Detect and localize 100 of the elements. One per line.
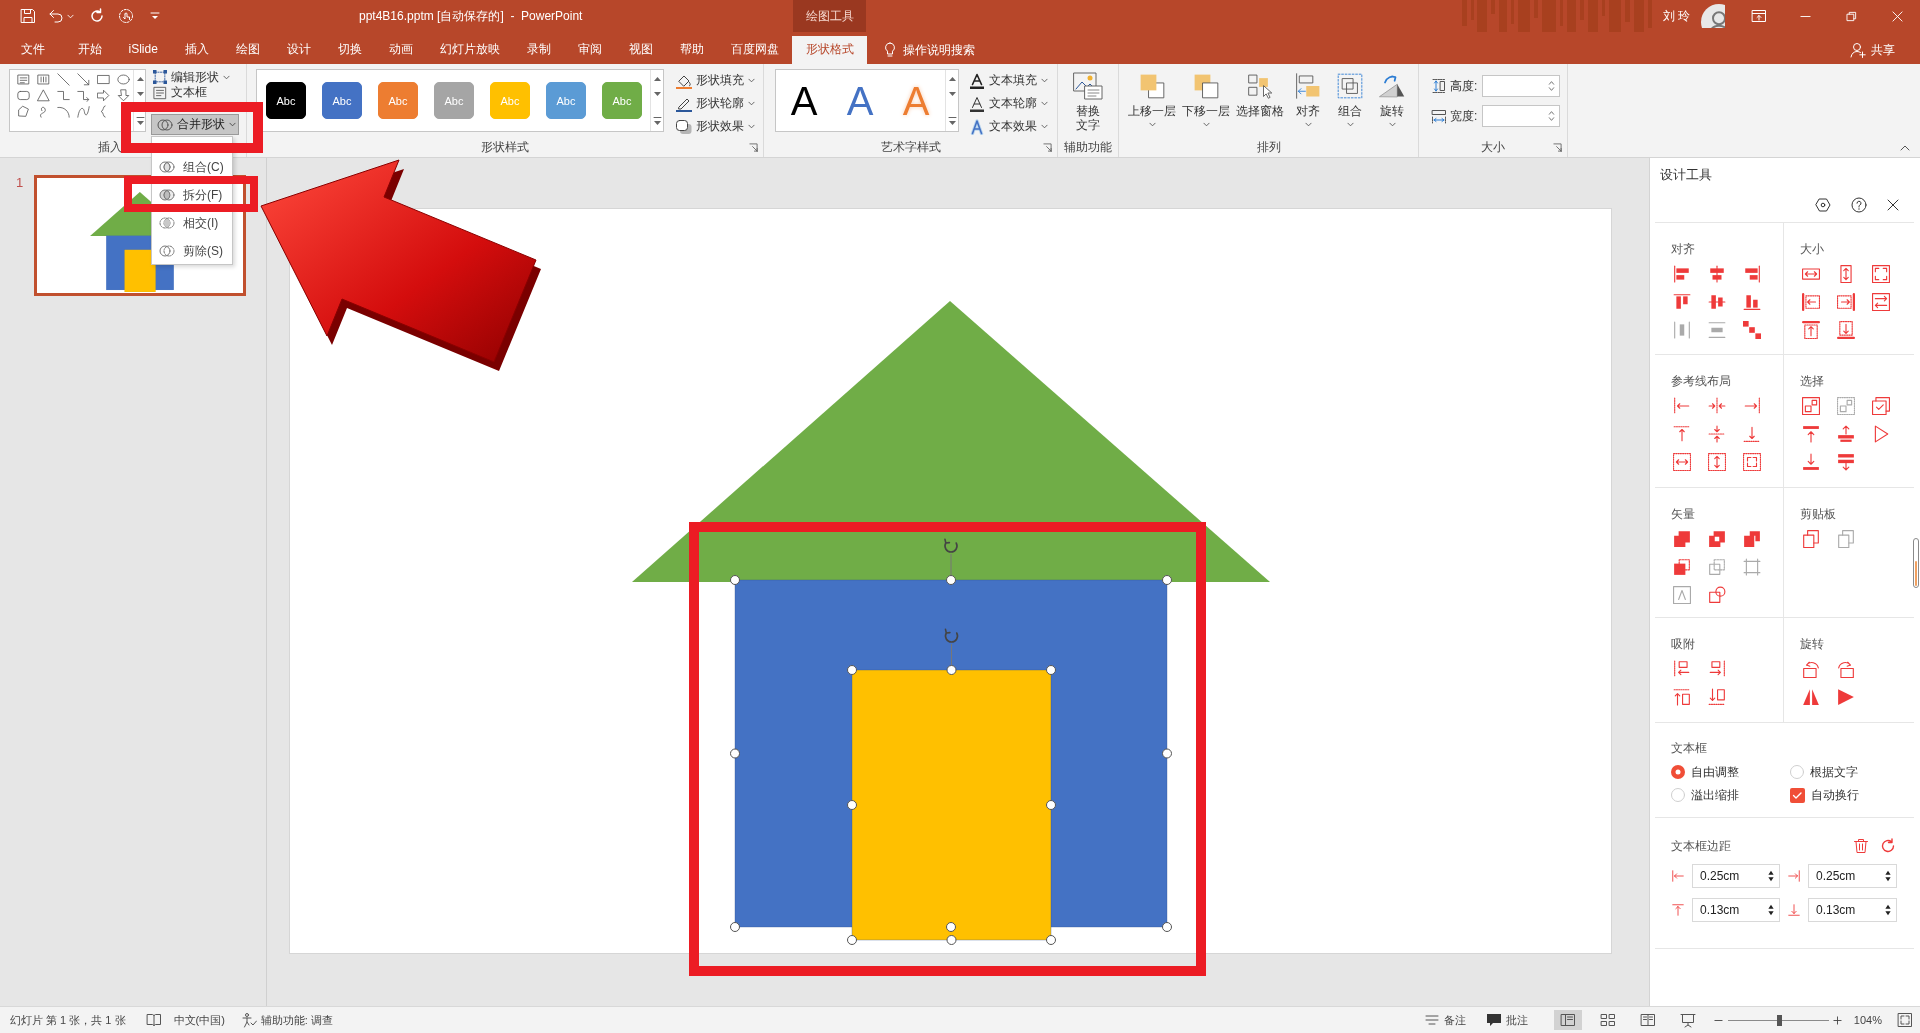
share-button[interactable]: 共享 xyxy=(1848,36,1897,64)
ribbon-tab[interactable]: 切换 xyxy=(324,36,376,64)
dialog-launcher-icon[interactable] xyxy=(1553,143,1562,152)
scroll-up-icon[interactable] xyxy=(947,76,957,82)
notes-button[interactable]: 备注 xyxy=(1421,1012,1468,1028)
resize-handle[interactable] xyxy=(1162,922,1172,932)
combine-squares-icon[interactable] xyxy=(1708,530,1726,548)
rotate-handle[interactable] xyxy=(944,628,959,666)
corner-brackets-icon[interactable] xyxy=(1872,265,1890,283)
gallery-more-icon[interactable] xyxy=(947,116,957,126)
arrange-button[interactable]: 上移一层 xyxy=(1126,69,1178,135)
resize-handle[interactable] xyxy=(730,575,740,585)
align-top-icon[interactable] xyxy=(1673,293,1691,311)
scroll-down-icon[interactable] xyxy=(135,91,145,97)
save-icon[interactable] xyxy=(20,8,36,24)
shape-format-button[interactable]: 形状轮廓 xyxy=(674,92,757,115)
spinner-icon[interactable] xyxy=(1884,903,1892,917)
ribbon-tab[interactable]: 文件 xyxy=(8,36,64,64)
trash-icon[interactable] xyxy=(1853,838,1869,854)
align-middle-icon[interactable] xyxy=(1708,293,1726,311)
wordart-preset[interactable]: A xyxy=(832,70,888,131)
ribbon-tab[interactable]: 插入 xyxy=(171,36,223,64)
line-icon[interactable] xyxy=(56,72,70,86)
flip-horizontal-icon[interactable] xyxy=(1802,688,1820,706)
stacked-check-icon[interactable] xyxy=(1872,397,1890,415)
plus-icon[interactable] xyxy=(1832,1015,1842,1025)
width-arrows-icon[interactable] xyxy=(1802,265,1820,283)
ribbon-tab[interactable]: 百度网盘 xyxy=(717,36,793,64)
height-arrows-icon[interactable] xyxy=(1837,265,1855,283)
zoom-slider-thumb[interactable] xyxy=(1777,1014,1783,1026)
text-box-button[interactable]: 文本框 xyxy=(151,85,209,100)
resize-handle[interactable] xyxy=(946,922,956,932)
ribbon-tab[interactable]: 帮助 xyxy=(666,36,718,64)
resize-handle[interactable] xyxy=(730,748,740,759)
block-arrow-icon[interactable] xyxy=(96,88,110,102)
alt-text-button[interactable]: 替换文字 xyxy=(1068,69,1108,135)
radio-option[interactable]: 根据文字 xyxy=(1790,762,1914,782)
resize-handle[interactable] xyxy=(1162,575,1172,585)
gallery-more-icon[interactable] xyxy=(652,116,662,126)
rounded-rectangle-icon[interactable] xyxy=(16,88,30,102)
menu-item[interactable]: 拆分(F) xyxy=(152,187,232,203)
help-icon[interactable] xyxy=(1851,197,1867,213)
guide-left-icon[interactable] xyxy=(1673,397,1691,415)
spinner-icon[interactable] xyxy=(1767,869,1775,883)
dropdown-icon[interactable] xyxy=(150,12,160,20)
snap-left-icon[interactable] xyxy=(1673,660,1691,678)
gallery-more-icon[interactable] xyxy=(135,116,145,126)
dotted-width-icon[interactable] xyxy=(1673,453,1691,471)
guide-top-icon[interactable] xyxy=(1673,425,1691,443)
text-format-button[interactable]: 文本填充 xyxy=(967,69,1050,92)
menu-item[interactable]: 组合(C) xyxy=(152,159,232,175)
fragment-squares-icon[interactable] xyxy=(1743,530,1761,548)
dashed-circle-icon[interactable] xyxy=(118,8,134,24)
settings-icon[interactable] xyxy=(1815,197,1831,213)
edit-shape-button[interactable]: 编辑形状 xyxy=(151,69,232,85)
dialog-launcher-icon[interactable] xyxy=(749,143,758,152)
arrange-button[interactable]: 旋转 xyxy=(1372,69,1412,135)
accessibility-icon[interactable] xyxy=(240,1012,257,1028)
ribbon-tab[interactable]: 形状格式 xyxy=(792,36,868,64)
vertical-text-box-icon[interactable] xyxy=(36,72,50,86)
radio-option[interactable]: 溢出缩排 xyxy=(1671,785,1790,805)
wordart-preset[interactable]: A xyxy=(776,70,832,131)
arrow-line-icon[interactable] xyxy=(76,72,90,86)
resize-handle[interactable] xyxy=(946,575,956,585)
ribbon-tab[interactable]: 设计 xyxy=(273,36,325,64)
guide-middle-icon[interactable] xyxy=(1708,425,1726,443)
ribbon-tab[interactable]: 绘图 xyxy=(222,36,274,64)
arc-icon[interactable] xyxy=(56,104,70,118)
arrange-button[interactable]: 选择窗格 xyxy=(1234,69,1286,135)
spinner-icon[interactable] xyxy=(1767,903,1775,917)
radio-option[interactable]: 自由调整 xyxy=(1671,762,1790,782)
bar-arrow-icon[interactable] xyxy=(1837,425,1855,443)
fit-slide-icon[interactable] xyxy=(1897,1012,1913,1028)
scroll-down-icon[interactable] xyxy=(652,91,662,97)
expand-left-icon[interactable] xyxy=(1802,293,1820,311)
triangle-icon[interactable] xyxy=(36,88,50,102)
ribbon-display-icon[interactable] xyxy=(1751,8,1767,24)
expand-right-icon[interactable] xyxy=(1837,293,1855,311)
book-check-icon[interactable] xyxy=(145,1012,162,1028)
arrange-button[interactable]: 对齐 xyxy=(1288,69,1328,135)
margin-input[interactable]: 0.13cm xyxy=(1692,898,1780,922)
elbow-arrow-icon[interactable] xyxy=(76,88,90,102)
resize-handle[interactable] xyxy=(847,665,857,675)
snap-right-icon[interactable] xyxy=(1708,660,1726,678)
checkbox-option[interactable]: 自动换行 xyxy=(1790,785,1914,805)
arrow-up-bar-icon[interactable] xyxy=(1802,425,1820,443)
rotate-left-icon[interactable] xyxy=(1802,660,1820,678)
margin-input[interactable]: 0.25cm xyxy=(1692,864,1780,888)
text-format-button[interactable]: 文本轮廓 xyxy=(967,92,1050,115)
scroll-down-icon[interactable] xyxy=(947,91,957,97)
resize-handle[interactable] xyxy=(730,922,740,932)
scroll-up-icon[interactable] xyxy=(135,76,145,82)
scroll-up-icon[interactable] xyxy=(652,76,662,82)
scrollbar-thumb[interactable] xyxy=(1913,538,1919,588)
style-preset[interactable]: Abc xyxy=(266,82,306,119)
squares-frame-icon[interactable] xyxy=(1802,397,1820,415)
redo-icon[interactable] xyxy=(89,8,105,24)
snap-up-icon[interactable] xyxy=(1673,688,1691,706)
shape-format-button[interactable]: 形状填充 xyxy=(674,69,757,92)
rotate-handle[interactable] xyxy=(944,538,958,576)
